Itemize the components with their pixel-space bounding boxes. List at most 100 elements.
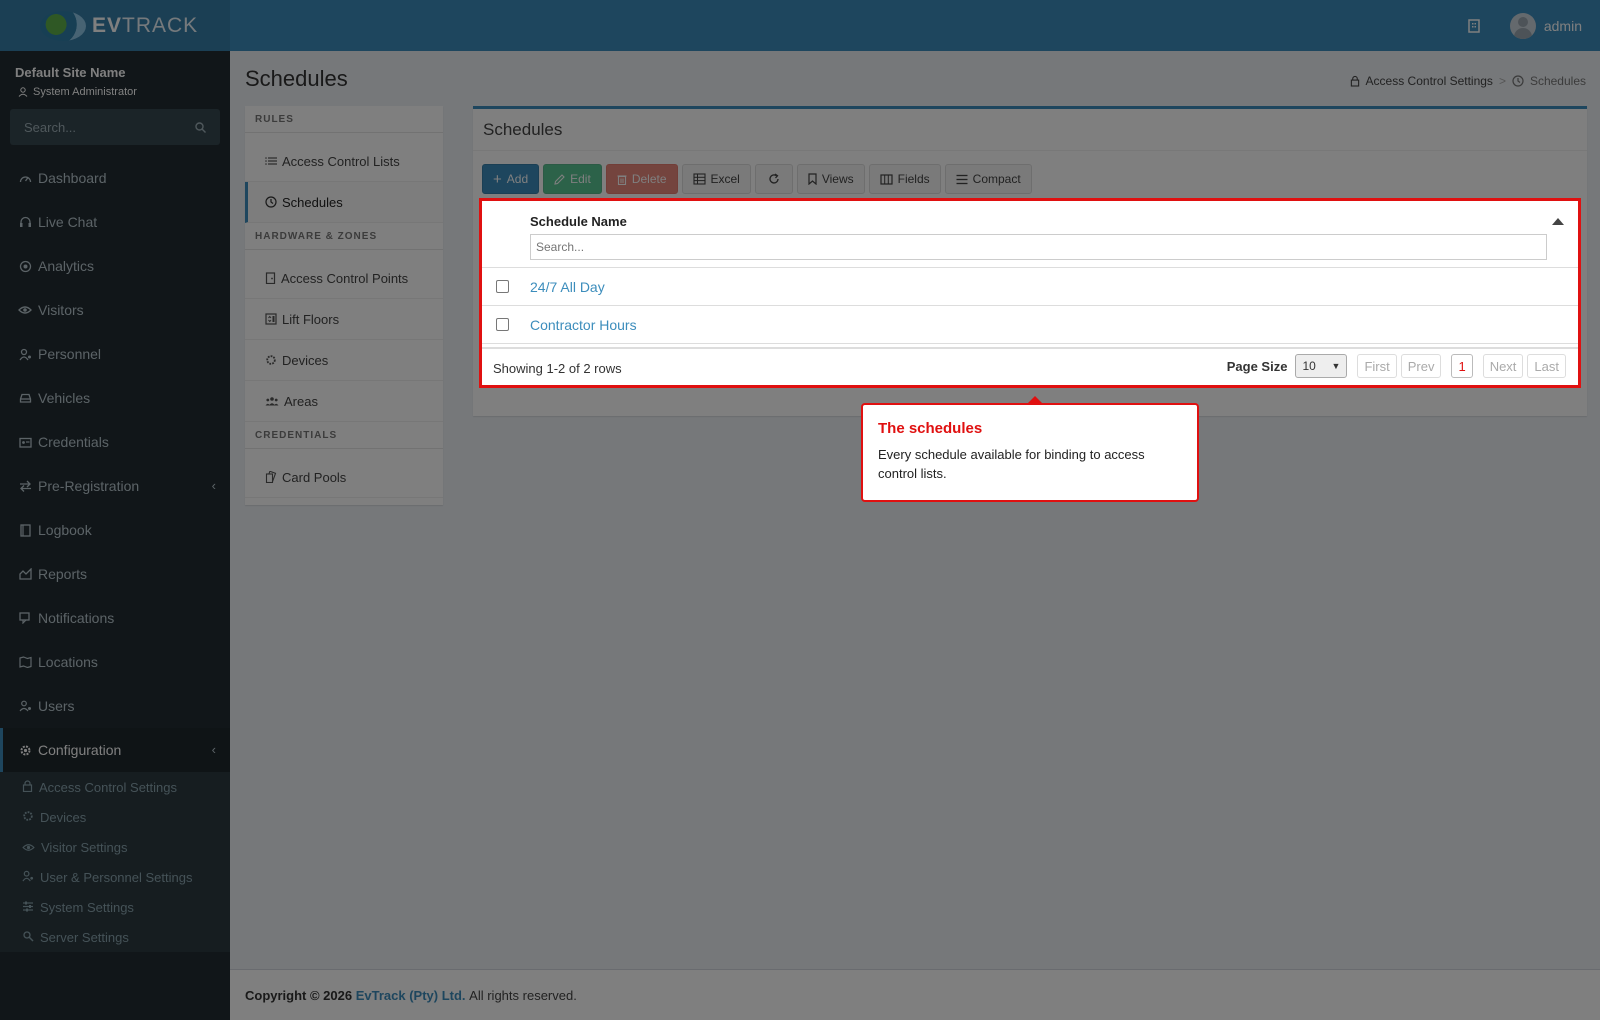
id-card-icon <box>18 435 32 449</box>
top-header: EVTRACK admin <box>0 0 1600 51</box>
sidebar-item-pre-registration[interactable]: Pre-Registration ‹ <box>0 464 230 508</box>
views-button-label: Views <box>821 172 854 186</box>
search-icon[interactable] <box>195 121 206 133</box>
row-checkbox[interactable] <box>496 318 509 331</box>
add-button-label: Add <box>506 172 529 186</box>
sidebar-item-notifications[interactable]: Notifications <box>0 596 230 640</box>
nav-item-devices[interactable]: Devices <box>245 340 443 381</box>
row-checkbox[interactable] <box>496 280 509 293</box>
sidebar-item-visitors[interactable]: Visitors <box>0 288 230 332</box>
sidebar-item-personnel[interactable]: Personnel <box>0 332 230 376</box>
nav-item-card-pools[interactable]: Card Pools <box>245 457 443 498</box>
sidebar-item-configuration[interactable]: Configuration ‹ <box>0 728 230 772</box>
rights-text: All rights reserved. <box>469 987 577 1003</box>
nav-item-access-control-points[interactable]: Access Control Points <box>245 258 443 299</box>
content-area: Schedules Access Control Settings > Sche… <box>230 51 1600 969</box>
sidebar-menu: Dashboard Live Chat Analytics Visitors P… <box>0 156 230 952</box>
user-menu[interactable]: admin <box>1509 12 1582 39</box>
configuration-submenu: Access Control Settings Devices Visitor … <box>0 772 230 952</box>
copyright-text: Copyright © 2026 <box>245 987 353 1003</box>
section-header-hardware: HARDWARE & ZONES <box>245 223 443 250</box>
next-page-button[interactable]: Next <box>1482 354 1524 378</box>
nav-item-areas[interactable]: Areas <box>245 381 443 422</box>
user-gear-icon <box>18 347 32 361</box>
views-button[interactable]: Views <box>796 164 865 194</box>
sidebar-item-users[interactable]: Users <box>0 684 230 728</box>
sidebar-item-label: Notifications <box>38 610 115 626</box>
add-button[interactable]: + Add <box>482 164 540 194</box>
schedule-link[interactable]: 24/7 All Day <box>530 279 605 295</box>
building-icon[interactable] <box>1466 18 1482 34</box>
sidebar-item-logbook[interactable]: Logbook <box>0 508 230 552</box>
submenu-item-server-settings[interactable]: Server Settings <box>0 922 230 952</box>
last-page-button[interactable]: Last <box>1527 354 1566 378</box>
edit-button-label: Edit <box>570 172 591 186</box>
table-footer: Showing 1-2 of 2 rows Page Size 10 ▼ Firs… <box>482 347 1578 385</box>
first-page-button[interactable]: First <box>1357 354 1397 378</box>
lines-icon <box>956 174 968 184</box>
sidebar-item-reports[interactable]: Reports <box>0 552 230 596</box>
breadcrumb-link-access-control-settings[interactable]: Access Control Settings <box>1366 74 1493 88</box>
user-icon <box>18 87 28 97</box>
excel-button[interactable]: Excel <box>681 164 751 194</box>
compact-button[interactable]: Compact <box>944 164 1032 194</box>
user-role: System Administrator <box>33 86 137 98</box>
lock-icon <box>22 779 33 795</box>
bookmark-icon <box>808 173 817 185</box>
submenu-item-user-personnel-settings[interactable]: User & Personnel Settings <box>0 862 230 892</box>
chevron-down-icon: ▼ <box>1331 361 1341 371</box>
column-filter-input[interactable] <box>530 234 1547 260</box>
refresh-button[interactable] <box>754 164 793 194</box>
logo[interactable]: EVTRACK <box>0 0 230 51</box>
sidebar-item-vehicles[interactable]: Vehicles <box>0 376 230 420</box>
chevron-left-icon: ‹ <box>211 742 216 757</box>
column-header-schedule-name[interactable]: Schedule Name <box>530 214 627 229</box>
submenu-item-visitor-settings[interactable]: Visitor Settings <box>0 832 230 862</box>
sidebar-item-locations[interactable]: Locations <box>0 640 230 684</box>
submenu-item-label: Server Settings <box>40 929 129 945</box>
nav-item-access-control-lists[interactable]: Access Control Lists <box>245 141 443 182</box>
nav-item-label: Lift Floors <box>282 311 340 327</box>
site-name: Default Site Name <box>15 65 126 80</box>
sidebar-item-live-chat[interactable]: Live Chat <box>0 200 230 244</box>
sidebar-item-analytics[interactable]: Analytics <box>0 244 230 288</box>
delete-button[interactable]: Delete <box>605 164 678 194</box>
submenu-item-label: Access Control Settings <box>39 779 178 795</box>
car-icon <box>18 391 32 405</box>
submenu-item-system-settings[interactable]: System Settings <box>0 892 230 922</box>
sidebar-search-input[interactable]: Search... <box>10 109 220 145</box>
page-footer: Copyright © 2026 EvTrack (Pty) Ltd. All … <box>230 969 1600 1020</box>
fields-button[interactable]: Fields <box>868 164 941 194</box>
sort-ascending-icon[interactable] <box>1552 218 1564 225</box>
sidebar-item-label: Vehicles <box>38 390 91 406</box>
schedule-link[interactable]: Contractor Hours <box>530 317 637 333</box>
tooltip-title: The schedules <box>878 420 983 437</box>
table-header: Schedule Name <box>482 201 1578 268</box>
sidebar-item-label: Visitors <box>38 302 84 318</box>
map-icon <box>18 655 32 669</box>
edit-button[interactable]: Edit <box>543 164 602 194</box>
submenu-item-access-control-settings[interactable]: Access Control Settings <box>0 772 230 802</box>
sidebar-item-label: Analytics <box>38 258 95 274</box>
breadcrumb: Access Control Settings > Schedules <box>1350 74 1586 88</box>
nav-item-schedules[interactable]: Schedules <box>245 182 443 223</box>
pagination: Page Size 10 ▼ First Prev 1 Next Last <box>1227 354 1566 378</box>
door-icon <box>265 272 276 284</box>
section-header-rules: RULES <box>245 106 443 133</box>
sidebar-item-label: Locations <box>38 654 98 670</box>
company-link[interactable]: EvTrack (Pty) Ltd. <box>356 988 466 1003</box>
schedules-table: Schedule Name 24/7 All Day Contractor Ho… <box>479 198 1581 388</box>
tooltip-body: Every schedule available for binding to … <box>878 447 1145 481</box>
table-row: Contractor Hours <box>482 306 1578 344</box>
prev-page-button[interactable]: Prev <box>1400 354 1442 378</box>
row-count-text: Showing 1-2 of 2 rows <box>493 361 622 376</box>
submenu-item-devices[interactable]: Devices <box>0 802 230 832</box>
sidebar-item-dashboard[interactable]: Dashboard <box>0 156 230 200</box>
sidebar-item-label: Users <box>38 698 75 714</box>
page-size-select[interactable]: 10 ▼ <box>1295 354 1348 378</box>
current-page-button[interactable]: 1 <box>1451 354 1473 378</box>
sidebar-item-label: Logbook <box>38 522 92 538</box>
sidebar-item-credentials[interactable]: Credentials <box>0 420 230 464</box>
nav-item-lift-floors[interactable]: Lift Floors <box>245 299 443 340</box>
settings-nav-panel: RULES Access Control Lists Schedules HAR… <box>245 106 443 505</box>
